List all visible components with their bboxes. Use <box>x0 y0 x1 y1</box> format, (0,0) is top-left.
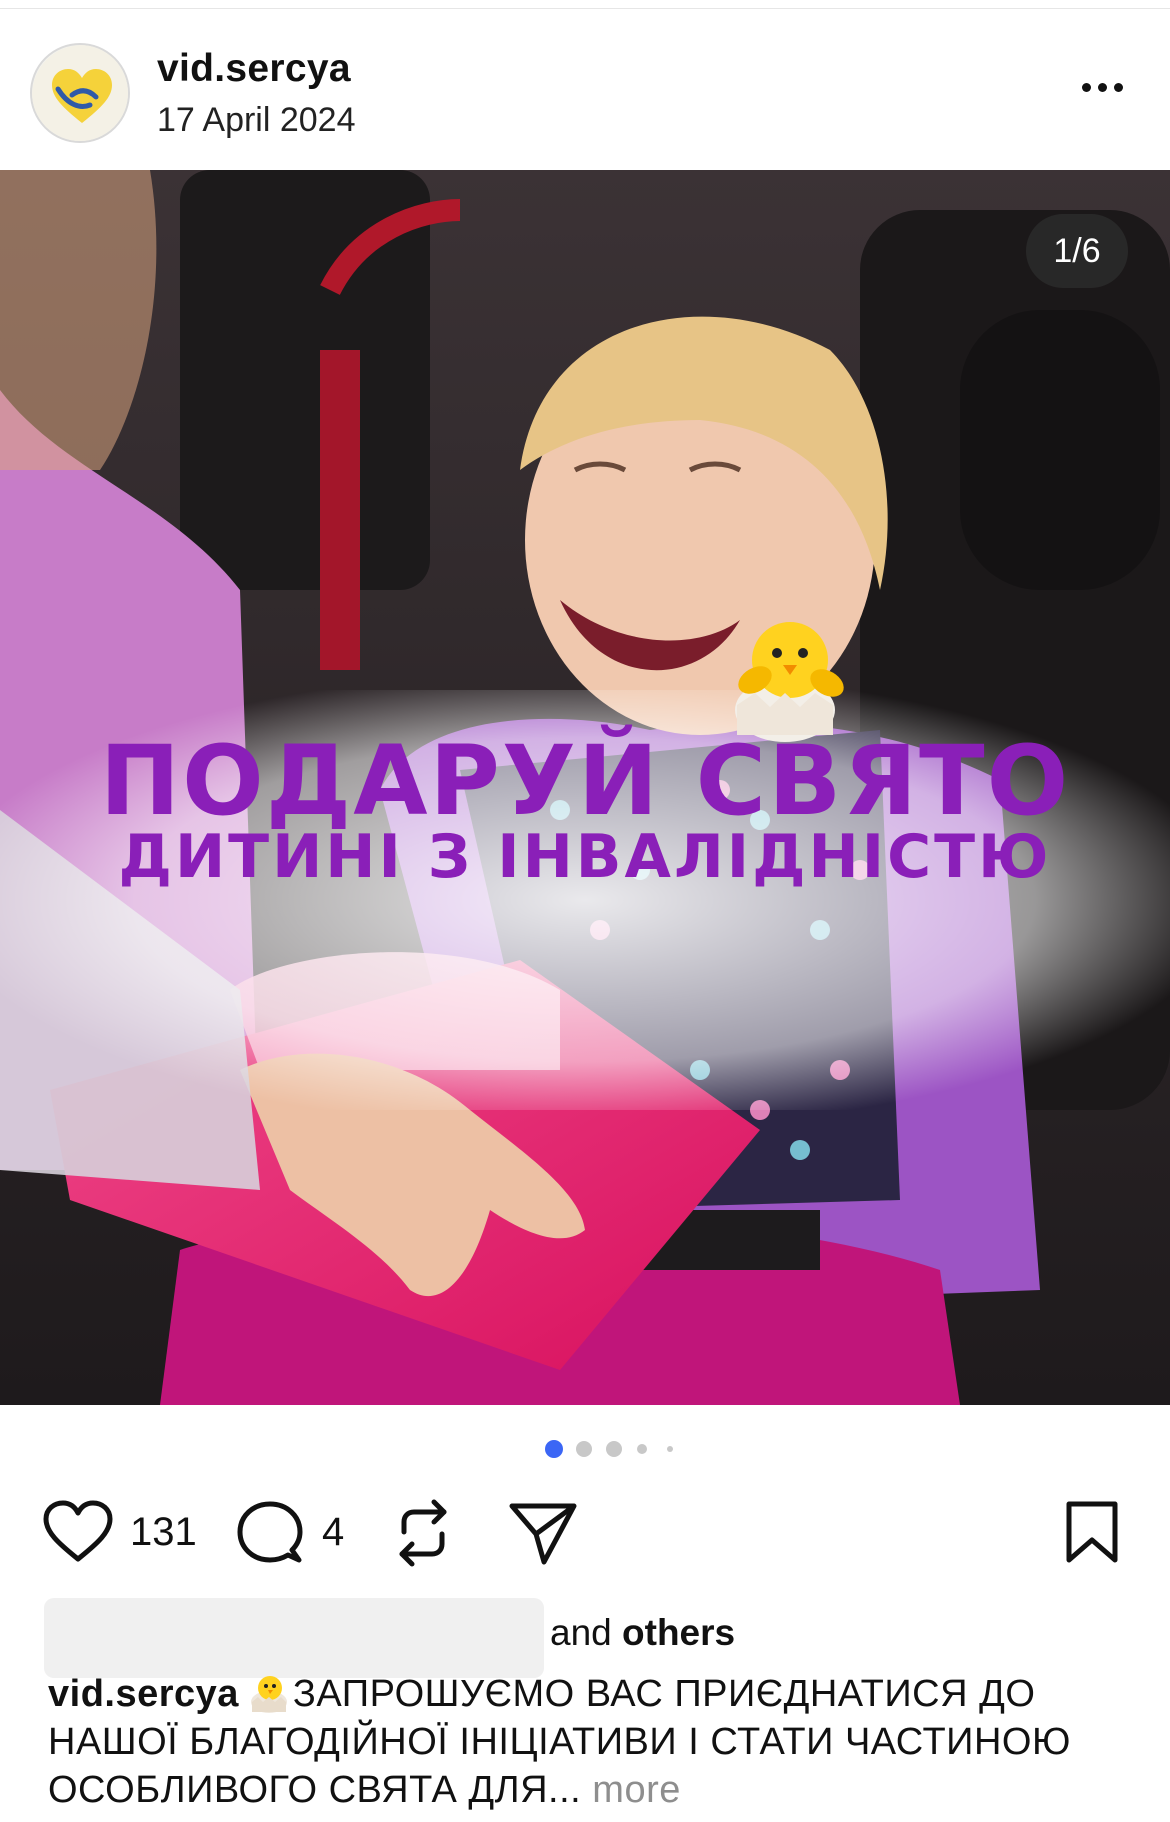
pager-dot[interactable] <box>576 1441 592 1457</box>
caption-username[interactable]: vid.sercya <box>48 1673 239 1715</box>
post-date: 17 April 2024 <box>157 101 356 139</box>
likes-summary[interactable]: and others <box>550 1612 735 1654</box>
likes-others[interactable]: others <box>622 1612 735 1653</box>
more-options-icon[interactable] <box>1072 67 1132 107</box>
liked-by-users-redacted[interactable] <box>44 1598 544 1678</box>
repost-icon[interactable] <box>392 1498 454 1568</box>
avatar[interactable] <box>30 43 130 143</box>
share-icon[interactable] <box>508 1500 578 1566</box>
pager-dot[interactable] <box>606 1441 622 1457</box>
pager-dot-active[interactable] <box>545 1440 563 1458</box>
carousel-pager[interactable] <box>540 1440 690 1460</box>
chick-emoji <box>735 622 844 742</box>
pager-dot[interactable] <box>667 1446 673 1452</box>
headline-line-1: ПОДАРУЙ СВЯТО <box>99 725 1071 837</box>
caption-more-link[interactable]: more <box>592 1769 681 1811</box>
post-username[interactable]: vid.sercya <box>157 47 351 91</box>
bookmark-icon[interactable] <box>1063 1500 1121 1564</box>
headline-line-2: ДИТИНІ З ІНВАЛІДНІСТЮ <box>118 822 1052 892</box>
logo-heart-icon <box>32 45 128 141</box>
comments-count[interactable]: 4 <box>322 1510 344 1555</box>
post-caption: vid.sercya ЗАПРОШУЄМО ВАС ПРИЄДНАТИСЯ ДО… <box>48 1670 1138 1814</box>
pager-dot[interactable] <box>637 1444 647 1454</box>
slide-counter: 1/6 <box>1026 214 1128 288</box>
post-image[interactable]: ПОДАРУЙ СВЯТО ДИТИНІ З ІНВАЛІДНІСТЮ <box>0 170 1170 1405</box>
comment-icon[interactable] <box>236 1500 304 1566</box>
chick-emoji <box>250 1676 287 1713</box>
heart-icon[interactable] <box>42 1499 114 1565</box>
likes-and: and <box>550 1612 612 1653</box>
likes-count[interactable]: 131 <box>130 1510 197 1555</box>
post-header: vid.sercya 17 April 2024 <box>0 9 1170 169</box>
